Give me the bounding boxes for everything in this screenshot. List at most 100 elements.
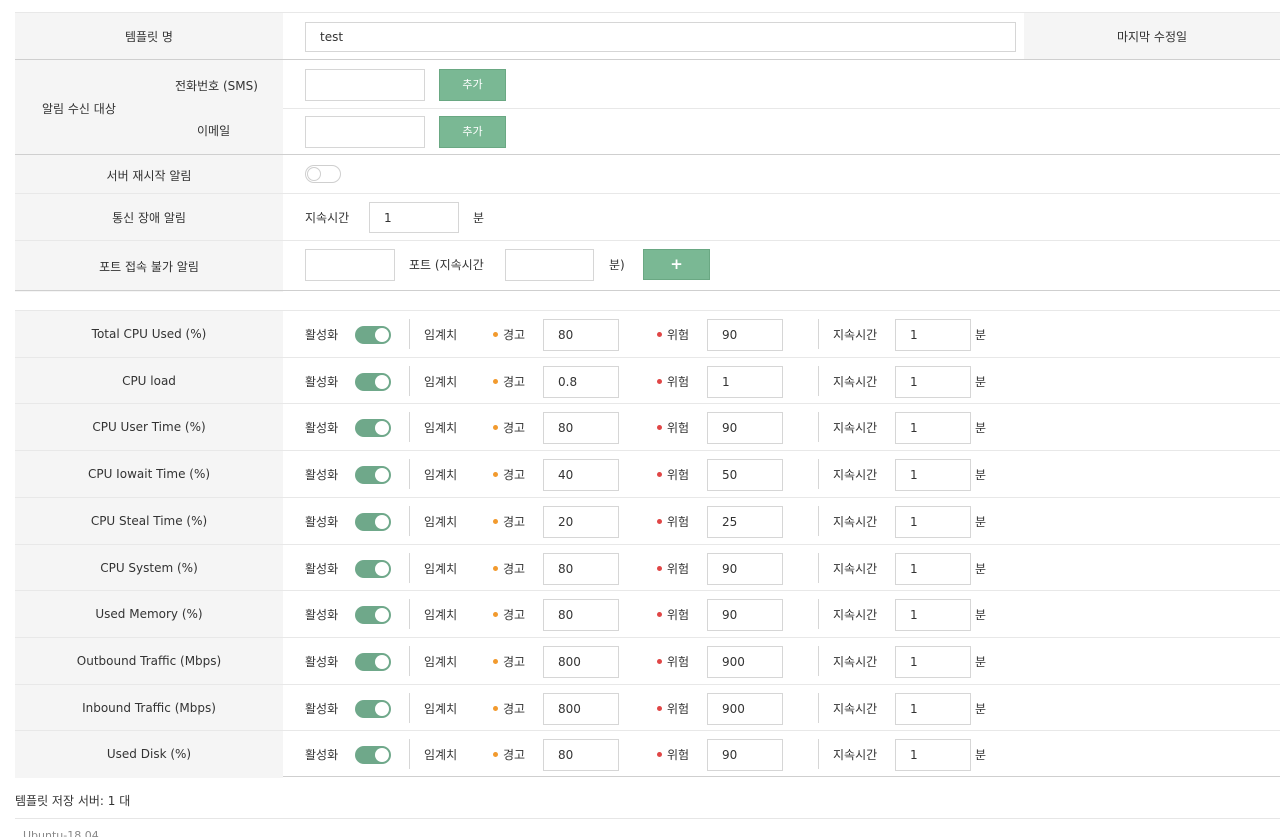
metric-enable-label: 활성화 [305, 328, 339, 342]
metric-separator [818, 552, 819, 583]
metric-separator [818, 739, 819, 770]
metric-enable-toggle[interactable] [355, 326, 391, 344]
metric-danger-input[interactable] [707, 692, 783, 725]
metric-duration-input[interactable] [895, 505, 971, 538]
metric-danger-input[interactable] [707, 552, 783, 585]
metric-duration-unit: 분 [975, 701, 987, 716]
metric-separator [409, 365, 410, 396]
metric-danger-input[interactable] [707, 645, 783, 678]
metric-label-cell: CPU User Time (%) [15, 404, 283, 452]
metric-separator [409, 645, 410, 676]
sms-input[interactable] [305, 69, 425, 101]
metric-duration-label: 지속시간 [833, 421, 878, 436]
danger-dot-icon [657, 565, 662, 571]
metric-warning-text: 경고 [503, 654, 526, 669]
metric-warning-input[interactable] [543, 599, 619, 632]
metric-duration-label: 지속시간 [833, 748, 878, 763]
metric-row: Outbound Traffic (Mbps) 활성화 임계치 경고 위험 지속시간 분 [15, 636, 1280, 685]
warning-dot-icon [493, 658, 498, 664]
email-input[interactable] [305, 116, 425, 148]
metric-danger-input[interactable] [707, 599, 783, 632]
metric-danger-input[interactable] [707, 459, 783, 492]
metric-duration-label: 지속시간 [833, 468, 878, 483]
metric-duration-input[interactable] [895, 459, 971, 492]
metric-danger-input[interactable] [707, 365, 783, 398]
port-add-button[interactable]: + [643, 249, 710, 280]
metric-warning-input[interactable] [543, 505, 619, 538]
danger-dot-icon [657, 518, 662, 524]
port-input[interactable] [305, 249, 395, 281]
metric-name: Used Memory (%) [95, 607, 203, 622]
template-name-row: 템플릿 명 마지막 수정일 [15, 12, 1280, 60]
server-restart-toggle[interactable] [305, 165, 341, 183]
port-duration-input[interactable] [505, 249, 594, 281]
template-name-input[interactable] [305, 22, 1016, 52]
metric-warning-input[interactable] [543, 319, 619, 351]
metric-duration-unit: 분 [975, 328, 987, 342]
danger-dot-icon [657, 378, 662, 384]
metric-separator [818, 412, 819, 443]
metric-duration-input[interactable] [895, 739, 971, 772]
metric-warning-input[interactable] [543, 365, 619, 398]
metric-row: CPU System (%) 활성화 임계치 경고 위험 지속시간 분 [15, 543, 1280, 592]
metric-enable-toggle[interactable] [355, 699, 391, 718]
metric-danger-text: 위험 [667, 421, 690, 436]
metric-duration-unit: 분 [975, 561, 987, 576]
metric-duration-input[interactable] [895, 692, 971, 725]
last-modified-label: 마지막 수정일 [1116, 30, 1188, 44]
metric-enable-toggle[interactable] [355, 419, 391, 438]
metric-danger-label: 위험 [657, 326, 689, 343]
metric-danger-label: 위험 [657, 466, 689, 483]
metric-enable-toggle[interactable] [355, 652, 391, 671]
metric-duration-input[interactable] [895, 552, 971, 585]
metric-duration-input[interactable] [895, 645, 971, 678]
metric-row: Used Disk (%) 활성화 임계치 경고 위험 지속시간 분 [15, 730, 1280, 778]
metric-warning-input[interactable] [543, 739, 619, 772]
comm-failure-duration-input[interactable] [369, 202, 459, 233]
metric-warning-label: 경고 [493, 700, 525, 717]
metric-threshold-label: 임계치 [424, 654, 458, 669]
metric-duration-input[interactable] [895, 599, 971, 632]
metric-warning-label: 경고 [493, 746, 525, 763]
metric-duration-unit: 분 [975, 468, 987, 483]
metric-label-cell: Inbound Traffic (Mbps) [15, 684, 283, 732]
metric-danger-label: 위험 [657, 606, 689, 623]
metric-separator [818, 505, 819, 536]
metric-danger-input[interactable] [707, 412, 783, 445]
metric-enable-toggle[interactable] [355, 512, 391, 531]
metric-separator [409, 599, 410, 630]
metric-danger-input[interactable] [707, 505, 783, 538]
saved-servers-count: 템플릿 저장 서버: 1 대 [15, 794, 131, 808]
email-add-button[interactable]: 추가 [439, 116, 506, 148]
metric-duration-label: 지속시간 [833, 374, 878, 389]
danger-dot-icon [657, 705, 662, 711]
metric-duration-input[interactable] [895, 319, 971, 351]
metric-warning-input[interactable] [543, 412, 619, 445]
metric-warning-input[interactable] [543, 645, 619, 678]
metric-separator [409, 692, 410, 723]
metric-duration-input[interactable] [895, 412, 971, 445]
metric-danger-input[interactable] [707, 319, 783, 351]
metric-label-cell: CPU load [15, 357, 283, 405]
metric-danger-label: 위험 [657, 700, 689, 717]
metric-enable-toggle[interactable] [355, 606, 391, 625]
metric-enable-toggle[interactable] [355, 559, 391, 578]
metric-enable-toggle[interactable] [355, 466, 391, 485]
metric-name: CPU Steal Time (%) [90, 513, 208, 528]
metric-enable-toggle[interactable] [355, 746, 391, 765]
alert-target-divider [283, 108, 1280, 109]
email-label: 이메일 [197, 124, 231, 138]
metric-enable-toggle[interactable] [355, 372, 391, 391]
metric-warning-input[interactable] [543, 692, 619, 725]
metric-danger-input[interactable] [707, 739, 783, 772]
warning-dot-icon [493, 705, 498, 711]
metric-name: CPU Iowait Time (%) [87, 467, 211, 482]
template-name-label: 템플릿 명 [125, 30, 173, 44]
sms-add-button[interactable]: 추가 [439, 69, 506, 101]
comm-failure-row: 통신 장애 알림 지속시간 분 [15, 193, 1280, 241]
metric-warning-input[interactable] [543, 552, 619, 585]
metric-warning-input[interactable] [543, 459, 619, 492]
metric-label-cell: CPU System (%) [15, 544, 283, 592]
section-divider [15, 290, 1280, 291]
metric-duration-input[interactable] [895, 365, 971, 398]
